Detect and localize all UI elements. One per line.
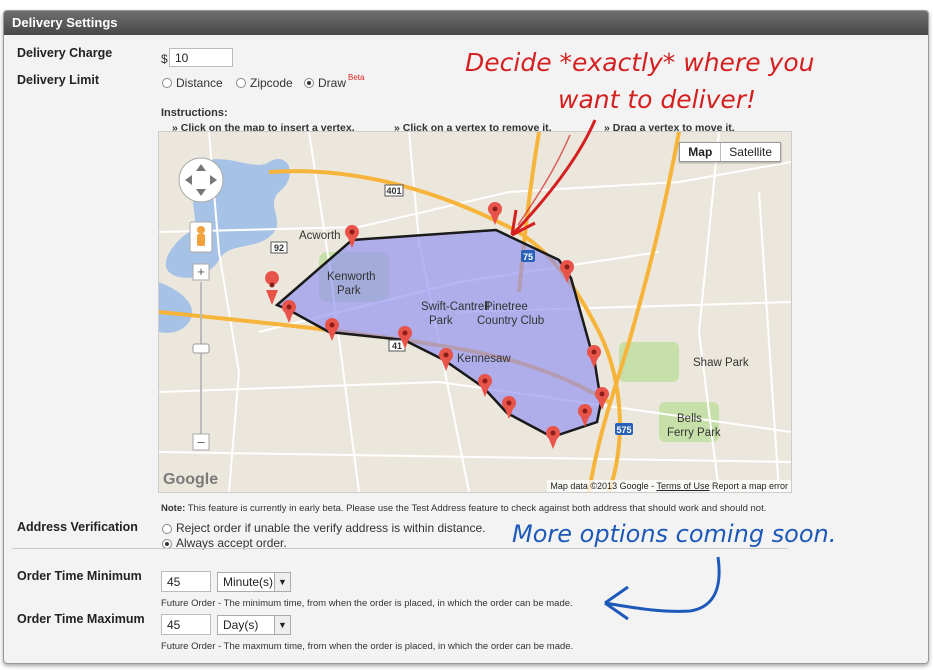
route-401: 401 (386, 186, 401, 196)
place-bells-ferry: Bells (677, 413, 702, 425)
place-shaw-park: Shaw Park (693, 357, 749, 369)
report-map-error-link[interactable]: Report a map error (712, 481, 788, 491)
delivery-charge-label: Delivery Charge (17, 46, 113, 60)
red-arrow-icon (510, 119, 597, 237)
delivery-charge-input[interactable]: 10 (169, 48, 233, 67)
radio-reject-order-label: Reject order if unable the verify addres… (176, 521, 486, 535)
order-time-min-unit-select[interactable]: Minute(s) ▼ (217, 572, 291, 592)
place-swift-park: Park (429, 315, 453, 327)
chevron-down-icon: ▼ (274, 573, 290, 591)
delivery-limit-label: Delivery Limit (17, 73, 99, 87)
place-pinetree: Pinetree (485, 301, 528, 313)
radio-draw[interactable] (304, 78, 314, 88)
annotation-more-options: More options coming soon. (512, 520, 837, 548)
order-time-min-input[interactable]: 45 (161, 571, 211, 592)
map-type-toggle[interactable]: Map Satellite (679, 142, 781, 162)
map-type-map-button[interactable]: Map (680, 143, 722, 161)
order-time-max-label: Order Time Maximum (17, 612, 145, 626)
annotation-want-to-deliver: want to deliver! (558, 85, 757, 114)
place-swift-cantrell: Swift-Cantrell (421, 301, 489, 313)
map-attribution-bar: Map data ©2013 Google - Terms of Use Rep… (547, 480, 791, 492)
map-canvas[interactable]: Acworth Kenworth Park Swift-Cantrell Par… (159, 132, 791, 492)
blue-arrow-icon (604, 556, 721, 621)
svg-text:–: – (197, 434, 205, 449)
panel-title: Delivery Settings (4, 11, 928, 35)
route-575: 575 (616, 425, 631, 435)
pegman-icon[interactable] (189, 221, 213, 253)
google-logo: Google (163, 471, 218, 488)
map-type-satellite-button[interactable]: Satellite (721, 143, 780, 161)
place-kenworth: Kenworth (327, 271, 376, 283)
map-attribution: Map data ©2013 Google (550, 481, 649, 491)
place-kenworth-park: Park (337, 285, 361, 297)
currency-symbol: $ (161, 52, 168, 66)
beta-note: Note: This feature is currently in early… (161, 503, 766, 514)
annotation-decide-exactly: Decide *exactly* where you (465, 48, 815, 77)
radio-zipcode[interactable] (236, 78, 246, 88)
delivery-area-map[interactable]: Acworth Kenworth Park Swift-Cantrell Par… (158, 131, 792, 493)
radio-distance-label: Distance (176, 76, 223, 90)
place-kennesaw: Kennesaw (457, 353, 511, 365)
beta-badge: Beta (348, 73, 365, 82)
order-time-min-help: Future Order - The minimum time, from wh… (161, 598, 573, 609)
chevron-down-icon: ▼ (274, 616, 290, 634)
order-time-max-unit-value: Day(s) (223, 618, 259, 632)
route-41: 41 (392, 341, 402, 351)
pan-control[interactable] (178, 157, 224, 203)
order-time-max-unit-select[interactable]: Day(s) ▼ (217, 615, 291, 635)
radio-reject-order[interactable] (162, 524, 172, 534)
note-bold: Note: (161, 503, 186, 514)
order-time-max-input[interactable]: 45 (161, 614, 211, 635)
note-text: This feature is currently in early beta.… (185, 503, 767, 514)
radio-zipcode-label: Zipcode (250, 76, 293, 90)
route-75: 75 (523, 252, 533, 262)
place-bells-ferry-park: Ferry Park (667, 427, 721, 439)
order-time-min-unit-value: Minute(s) (223, 575, 274, 589)
radio-distance[interactable] (162, 78, 172, 88)
radio-draw-label: Draw (318, 76, 347, 90)
route-92: 92 (274, 243, 284, 253)
address-verification-label: Address Verification (17, 520, 138, 534)
instructions-title: Instructions: (161, 107, 228, 119)
svg-text:+: + (197, 264, 205, 279)
order-time-max-help: Future Order - The maxmum time, from whe… (161, 641, 574, 652)
section-divider (12, 548, 788, 549)
place-country-club: Country Club (477, 315, 544, 327)
place-acworth: Acworth (299, 230, 341, 242)
terms-of-use-link[interactable]: Terms of Use (656, 481, 709, 491)
order-time-min-label: Order Time Minimum (17, 569, 142, 583)
